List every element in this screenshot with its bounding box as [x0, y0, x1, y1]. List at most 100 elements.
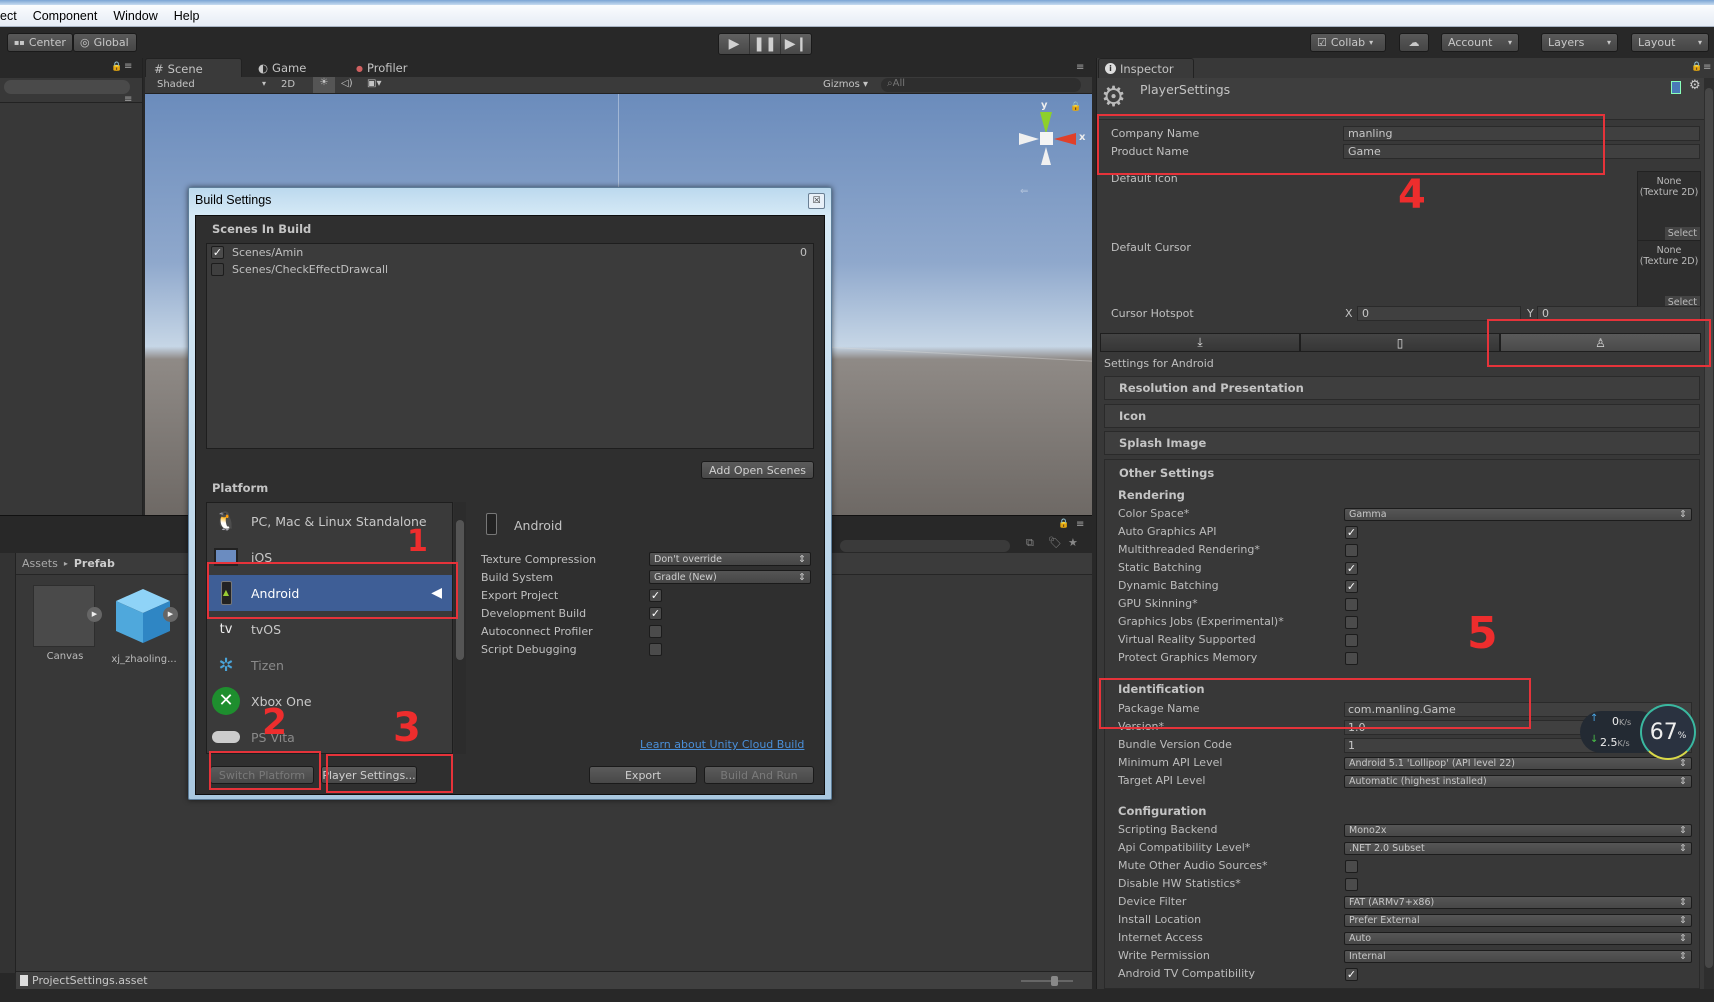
platform-tab-standalone[interactable]: ⤓ — [1100, 333, 1300, 352]
project-folder-tree[interactable] — [0, 553, 16, 973]
asset-tile[interactable]: ▶ Canvas — [33, 585, 102, 665]
foldout-icon[interactable]: Icon — [1104, 404, 1700, 428]
tab-scene[interactable]: # Scene — [145, 58, 242, 78]
platform-item-tvos[interactable]: tv tvOS — [207, 611, 452, 647]
foldout-resolution[interactable]: Resolution and Presentation — [1104, 376, 1700, 400]
script-debugging-checkbox[interactable] — [649, 643, 662, 656]
menu-edit-partial[interactable]: ect — [0, 9, 25, 23]
static-batching-checkbox[interactable]: ✓ — [1345, 562, 1358, 575]
cloud-build-link[interactable]: Learn about Unity Cloud Build — [640, 738, 804, 751]
expand-arrow-icon[interactable]: ▶ — [163, 607, 178, 622]
platform-item-ios[interactable]: iOS — [207, 539, 452, 575]
platform-item-ps-vita[interactable]: PS Vita — [207, 719, 452, 753]
platform-item-standalone[interactable]: 🐧 PC, Mac & Linux Standalone — [207, 503, 452, 539]
panel-menu-icon[interactable]: ≡ — [1076, 519, 1084, 530]
virtual-reality-supported-checkbox[interactable] — [1345, 634, 1358, 647]
development-build-checkbox[interactable]: ✓ — [649, 607, 662, 620]
graphics-jobs-experimental-checkbox[interactable] — [1345, 616, 1358, 629]
texture-compression-dropdown[interactable]: Don't override ⇕ — [649, 552, 811, 566]
product-name-input[interactable]: Game — [1343, 144, 1700, 159]
install-location-dropdown[interactable]: Prefer External ⇕ — [1344, 914, 1692, 927]
orientation-gizmo[interactable]: y x — [1007, 100, 1087, 172]
select-button[interactable]: Select — [1664, 227, 1700, 240]
global-space-button[interactable]: ◎ Global — [73, 33, 137, 52]
tab-profiler[interactable]: ● Profiler — [348, 58, 415, 78]
internet-access-dropdown[interactable]: Auto ⇕ — [1344, 932, 1692, 945]
dynamic-batching-checkbox[interactable]: ✓ — [1345, 580, 1358, 593]
lock-icon[interactable]: 🔒 — [1070, 102, 1081, 112]
minimum-api-level-dropdown[interactable]: Android 5.1 'Lollipop' (API level 22) ⇕ — [1344, 757, 1692, 770]
filter-type-icon[interactable]: ⧉ — [1026, 536, 1034, 550]
add-open-scenes-button[interactable]: Add Open Scenes — [701, 461, 814, 479]
breadcrumb-assets[interactable]: Assets — [22, 557, 58, 570]
scene-row[interactable]: Scenes/CheckEffectDrawcall — [207, 261, 813, 278]
autoconnect-profiler-checkbox[interactable] — [649, 625, 662, 638]
project-search-input[interactable] — [840, 540, 1010, 552]
hotspot-y-input[interactable]: 0 — [1537, 306, 1701, 321]
2d-toggle[interactable]: 2D — [281, 79, 295, 90]
shading-dropdown[interactable]: Shaded — [157, 79, 195, 90]
scene-checkbox[interactable]: ✓ — [211, 246, 224, 259]
icon-size-slider[interactable] — [1021, 976, 1073, 986]
panel-menu-icon[interactable]: ≡ — [1703, 62, 1711, 73]
api-compatibility-level-dropdown[interactable]: .NET 2.0 Subset ⇕ — [1344, 842, 1692, 855]
account-dropdown[interactable]: Account ▾ — [1441, 33, 1519, 52]
help-book-icon[interactable] — [1671, 81, 1681, 94]
platform-list-scrollbar[interactable] — [454, 502, 466, 754]
default-icon-texture-slot[interactable]: None (Texture 2D) Select — [1637, 171, 1701, 241]
protect-graphics-memory-checkbox[interactable] — [1345, 652, 1358, 665]
asset-tile[interactable]: ▶ xj_zhaoling... — [106, 585, 182, 665]
pivot-center-button[interactable]: ▪▪ Center — [7, 33, 73, 52]
auto-graphics-api-checkbox[interactable]: ✓ — [1345, 526, 1358, 539]
scrollbar-thumb[interactable] — [456, 520, 464, 660]
audio-toggle[interactable]: ◁) — [341, 78, 353, 89]
gpu-skinning-checkbox[interactable] — [1345, 598, 1358, 611]
collab-dropdown[interactable]: ☑ Collab ▾ — [1310, 33, 1386, 52]
settings-gear-icon[interactable]: ⚙ — [1689, 78, 1701, 93]
build-and-run-button[interactable]: Build And Run — [704, 766, 814, 784]
platform-tab-mobile[interactable]: ▯ — [1300, 333, 1500, 352]
menu-help[interactable]: Help — [166, 9, 208, 23]
play-button[interactable]: ▶ — [719, 34, 750, 54]
menu-window[interactable]: Window — [105, 9, 165, 23]
export-button[interactable]: Export — [589, 766, 697, 784]
expand-arrow-icon[interactable]: ▶ — [87, 607, 102, 622]
panel-menu-icon[interactable]: ≡ — [124, 94, 132, 105]
memory-usage-gauge[interactable]: 67% — [1640, 704, 1696, 760]
hotspot-x-input[interactable]: 0 — [1357, 306, 1521, 321]
target-api-level-dropdown[interactable]: Automatic (highest installed) ⇕ — [1344, 775, 1692, 788]
tag-icon[interactable]: 🏷 — [1048, 536, 1062, 549]
lock-icon[interactable]: 🔒 — [111, 62, 122, 72]
scene-checkbox[interactable] — [211, 263, 224, 276]
layout-dropdown[interactable]: Layout ▾ — [1631, 33, 1709, 52]
scene-row[interactable]: ✓ Scenes/Amin 0 — [207, 244, 813, 261]
scripting-backend-dropdown[interactable]: Mono2x ⇕ — [1344, 824, 1692, 837]
build-system-dropdown[interactable]: Gradle (New) ⇕ — [649, 570, 811, 584]
breadcrumb-prefab[interactable]: Prefab — [74, 557, 115, 570]
lighting-toggle[interactable]: ☀ — [313, 77, 335, 93]
tab-inspector[interactable]: i Inspector — [1098, 58, 1194, 78]
gizmo-center-cube[interactable] — [1040, 132, 1053, 145]
cloud-button[interactable]: ☁ — [1399, 33, 1429, 52]
default-cursor-texture-slot[interactable]: None (Texture 2D) Select — [1637, 240, 1701, 310]
lock-icon[interactable]: 🔒 — [1691, 62, 1702, 72]
switch-platform-button[interactable]: Switch Platform — [210, 766, 314, 784]
step-button[interactable]: ▶❙ — [781, 34, 811, 54]
scene-search-input[interactable]: ⌕All — [881, 78, 1081, 92]
gizmo-neg-x-arrow[interactable] — [1019, 133, 1039, 145]
effects-toggle[interactable]: ▣▾ — [367, 78, 381, 89]
gizmo-neg-y-arrow[interactable] — [1041, 147, 1051, 165]
platform-tab-android[interactable]: ♙ — [1500, 333, 1701, 352]
device-filter-dropdown[interactable]: FAT (ARMv7+x86) ⇕ — [1344, 896, 1692, 909]
platform-item-tizen[interactable]: ✲ Tizen — [207, 647, 452, 683]
tab-game[interactable]: ◐ Game — [250, 58, 314, 78]
inspector-scrollbar[interactable] — [1704, 78, 1714, 989]
company-name-input[interactable]: manling — [1343, 126, 1700, 141]
multithreaded-rendering-checkbox[interactable] — [1345, 544, 1358, 557]
menu-component[interactable]: Component — [25, 9, 106, 23]
panel-menu-icon[interactable]: ≡ — [1076, 62, 1084, 73]
close-button[interactable]: ☒ — [808, 193, 825, 209]
color-space-dropdown[interactable]: Gamma ⇕ — [1344, 508, 1692, 521]
platform-item-xbox-one[interactable]: ✕ Xbox One — [207, 683, 452, 719]
scrollbar-thumb[interactable] — [1705, 88, 1713, 968]
